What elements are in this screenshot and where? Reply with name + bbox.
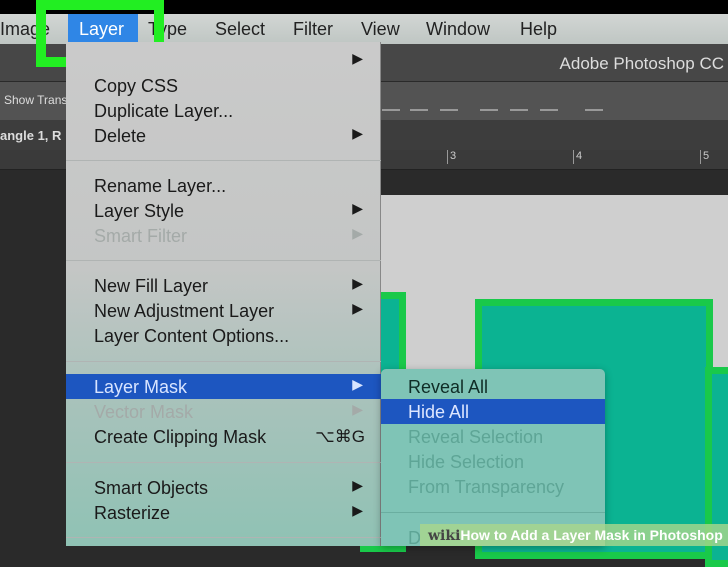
submenu-item-reveal-selection: Reveal Selection bbox=[408, 427, 544, 447]
menu-separator bbox=[66, 537, 381, 538]
menu-window[interactable]: Window bbox=[426, 19, 490, 40]
menu-item-label: Layer Mask bbox=[94, 377, 188, 397]
submenu-arrow-icon: ▶ bbox=[352, 125, 363, 141]
submenu-arrow-icon: ▶ bbox=[352, 225, 363, 241]
menu-item-label: Vector Mask bbox=[94, 402, 194, 422]
screen-top-bar bbox=[0, 0, 728, 14]
align-left-icon[interactable] bbox=[480, 91, 498, 111]
menu-image[interactable]: Image bbox=[0, 19, 50, 40]
submenu-arrow-icon: ▶ bbox=[352, 50, 363, 66]
menu-view[interactable]: View bbox=[361, 19, 400, 40]
submenu-arrow-icon: ▶ bbox=[352, 300, 363, 316]
distribute-icon[interactable] bbox=[585, 91, 603, 111]
menu-item-label: Layer Style bbox=[94, 201, 185, 221]
submenu-arrow-icon: ▶ bbox=[352, 401, 363, 417]
submenu-arrow-icon: ▶ bbox=[352, 275, 363, 291]
submenu-item-hide-all[interactable]: Hide All bbox=[381, 399, 605, 424]
show-transform-label[interactable]: Show Trans bbox=[4, 93, 67, 107]
align-hcenter-icon[interactable] bbox=[510, 91, 528, 111]
menu-separator bbox=[66, 361, 381, 362]
menu-item-label: Create Clipping Mask bbox=[94, 427, 267, 447]
align-top-icon[interactable] bbox=[382, 91, 400, 111]
menu-item-layer-content-options[interactable]: Layer Content Options... bbox=[66, 323, 381, 348]
align-vcenter-icon[interactable] bbox=[410, 91, 428, 111]
document-tab-label: angle 1, R bbox=[0, 128, 62, 143]
menu-item-duplicate-layer[interactable]: Duplicate Layer... bbox=[66, 98, 381, 123]
menu-item-new-adjustment-layer[interactable]: New Adjustment Layer ▶ bbox=[66, 298, 381, 323]
menu-item-new-fill-layer[interactable]: New Fill Layer ▶ bbox=[66, 273, 381, 298]
layer-mask-submenu: Reveal All Hide All Reveal Selection Hid… bbox=[381, 369, 605, 548]
menu-separator bbox=[381, 512, 605, 513]
submenu-arrow-icon: ▶ bbox=[352, 477, 363, 493]
menu-item-delete[interactable]: Delete ▶ bbox=[66, 123, 381, 148]
menu-item-label: New Adjustment Layer bbox=[94, 301, 275, 321]
layer-menu: ▶ Copy CSS Duplicate Layer... Delete ▶ Re… bbox=[66, 42, 381, 546]
menu-item-create-clipping-mask[interactable]: Create Clipping Mask ⌥⌘G bbox=[66, 424, 381, 449]
align-right-icon[interactable] bbox=[540, 91, 558, 111]
menu-item-rasterize[interactable]: Rasterize ▶ bbox=[66, 500, 381, 525]
submenu-arrow-icon: ▶ bbox=[352, 376, 363, 392]
menu-item-label: New Fill Layer bbox=[94, 276, 209, 296]
menu-layer[interactable]: Layer bbox=[68, 14, 138, 42]
menu-item-layer-style[interactable]: Layer Style ▶ bbox=[66, 198, 381, 223]
menu-type[interactable]: Type bbox=[148, 19, 187, 40]
menu-item-label: Rasterize bbox=[94, 503, 171, 523]
watermark-brand: wiki bbox=[428, 528, 461, 544]
ruler-tick: 5 bbox=[700, 150, 709, 164]
menu-item-new[interactable]: ▶ bbox=[66, 48, 381, 73]
menu-separator bbox=[66, 462, 381, 463]
watermark-text: How to Add a Layer Mask in Photoshop bbox=[460, 527, 723, 543]
menu-filter[interactable]: Filter bbox=[293, 19, 333, 40]
submenu-item-from-transparency: From Transparency bbox=[408, 477, 565, 497]
menu-help[interactable]: Help bbox=[520, 19, 557, 40]
menu-item-smart-filter: Smart Filter ▶ bbox=[66, 223, 381, 248]
menu-select[interactable]: Select bbox=[215, 19, 265, 40]
menu-item-label: Smart Filter bbox=[94, 226, 188, 246]
submenu-arrow-icon: ▶ bbox=[352, 502, 363, 518]
menu-separator bbox=[66, 160, 381, 161]
menu-separator bbox=[66, 260, 381, 261]
menu-item-label: Smart Objects bbox=[94, 478, 209, 498]
watermark: wikiHow to Add a Layer Mask in Photoshop bbox=[420, 524, 728, 546]
menu-item-vector-mask: Vector Mask ▶ bbox=[66, 399, 381, 424]
menu-item-smart-objects[interactable]: Smart Objects ▶ bbox=[66, 475, 381, 500]
menu-item-copy-css[interactable]: Copy CSS bbox=[66, 73, 381, 98]
submenu-item-hide-selection: Hide Selection bbox=[408, 452, 525, 472]
shortcut-label: ⌥⌘G bbox=[315, 427, 365, 446]
menu-item-label: Delete bbox=[94, 126, 147, 146]
submenu-item-reveal-all[interactable]: Reveal All bbox=[381, 374, 605, 399]
ruler-tick: 4 bbox=[573, 150, 582, 164]
submenu-arrow-icon: ▶ bbox=[352, 200, 363, 216]
app-title: Adobe Photoshop CC bbox=[559, 54, 724, 73]
ruler-tick: 3 bbox=[447, 150, 456, 164]
menu-item-layer-mask[interactable]: Layer Mask ▶ bbox=[66, 374, 381, 399]
align-bottom-icon[interactable] bbox=[440, 91, 458, 111]
menu-item-rename-layer[interactable]: Rename Layer... bbox=[66, 173, 381, 198]
